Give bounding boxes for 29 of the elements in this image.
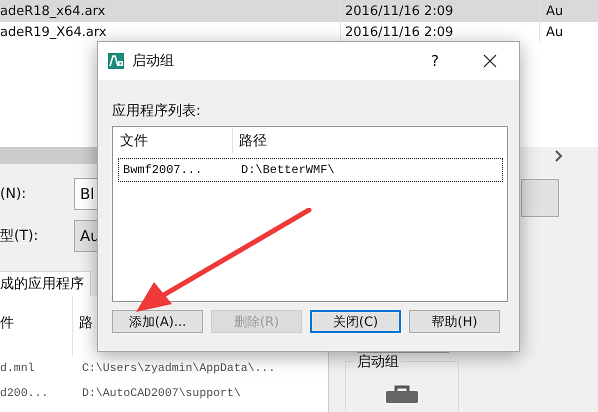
field-label: 型(T): bbox=[0, 227, 40, 245]
file-row[interactable]: adeR18_x64.arx 2016/11/16 2:09 Au bbox=[0, 0, 598, 22]
column-header[interactable]: 件 bbox=[0, 296, 72, 356]
file-name: adeR18_x64.arx bbox=[0, 4, 106, 18]
column-header[interactable]: 路径 bbox=[232, 128, 267, 154]
field-label: (N): bbox=[0, 186, 28, 202]
close-icon[interactable] bbox=[483, 54, 497, 68]
column-header[interactable]: 路 bbox=[72, 296, 93, 356]
app-icon bbox=[108, 53, 124, 69]
file-type: Au bbox=[539, 0, 578, 22]
file-date: 2016/11/16 2:09 bbox=[340, 0, 539, 22]
help-button[interactable]: ? bbox=[431, 52, 439, 70]
file-type: Au bbox=[539, 22, 578, 42]
group-title: 启动组 bbox=[354, 353, 402, 371]
dialog-button[interactable]: 添加(A)... bbox=[112, 310, 203, 333]
tab[interactable]: 成的应用程序 bbox=[0, 271, 91, 296]
column-header[interactable]: 文件 bbox=[114, 132, 232, 150]
file-name: adeR19_X64.arx bbox=[0, 24, 108, 40]
list-label: 应用程序列表: bbox=[112, 102, 202, 120]
table-cell-text: d.mnl bbox=[0, 362, 36, 375]
table-cell-text: d200... bbox=[0, 387, 50, 400]
briefcase-icon bbox=[385, 385, 419, 403]
dialog-button[interactable]: 关闭(C) bbox=[310, 310, 401, 333]
chevron-right-icon[interactable] bbox=[555, 150, 563, 162]
table-cell: C:\Users\zyadmin\AppData\... bbox=[82, 362, 276, 375]
table-cell: D:\AutoCAD2007\support\ bbox=[82, 387, 241, 400]
window-title: 启动组 bbox=[132, 52, 175, 70]
dialog-button[interactable]: 帮助(H) bbox=[409, 310, 500, 333]
list-row[interactable]: Bwmf2007... D:\BetterWMF\ bbox=[118, 158, 503, 182]
